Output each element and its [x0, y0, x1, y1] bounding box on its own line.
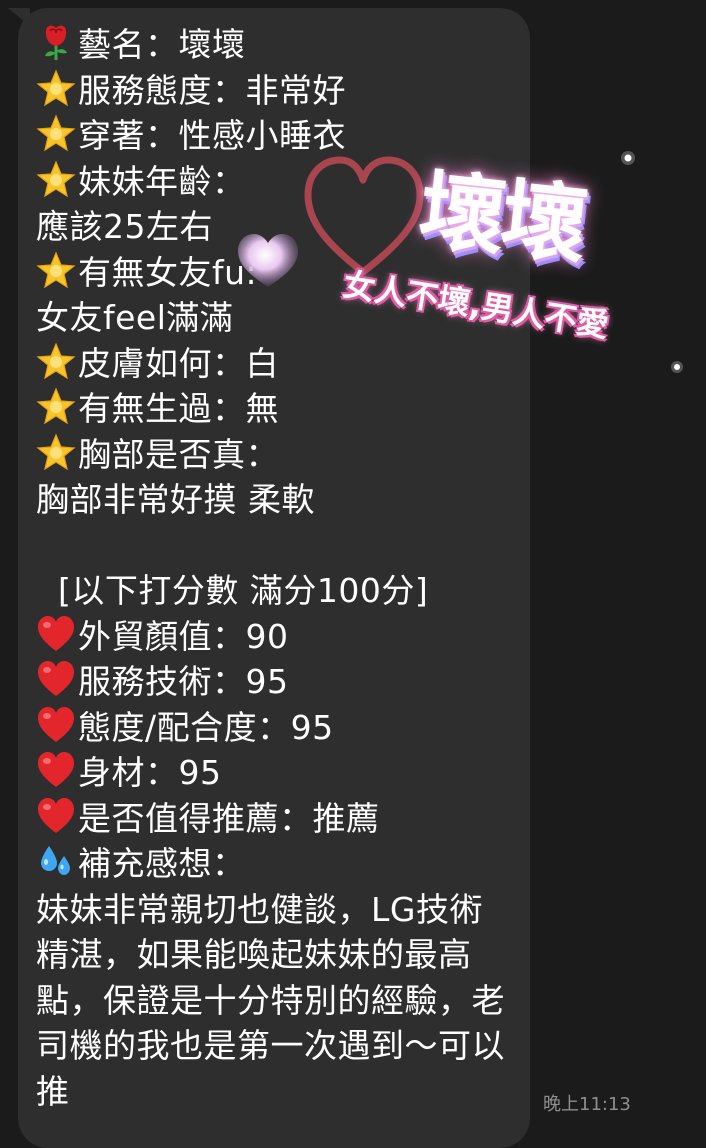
star-icon: [36, 432, 76, 471]
message-line-text: 胸部是否真：: [78, 434, 279, 474]
message-line-text: 是否值得推薦：推薦: [78, 798, 380, 838]
message-line: 補充感想：: [36, 841, 516, 887]
heart-icon: [36, 615, 76, 653]
message-line: 有無生過：無: [36, 386, 516, 432]
message-line-text: 身材：95: [78, 753, 222, 792]
message-line: 胸部非常好摸 柔軟: [36, 477, 516, 523]
message-line: 服務技術：95: [36, 659, 516, 705]
heart-icon: [36, 706, 76, 744]
message-line-text: 服務態度：非常好: [78, 70, 346, 110]
message-line-text: [以下打分數 滿分100分]: [36, 571, 429, 610]
star-icon: [36, 159, 76, 198]
message-line-text: 女友feel滿滿: [36, 298, 234, 337]
star-icon: [36, 387, 76, 425]
heart-icon: [36, 751, 76, 789]
sticker[interactable]: 壞壞 女人不壞,男人不愛: [238, 140, 700, 390]
message-line-text: 外貿顏值：90: [78, 616, 289, 656]
message-line-text: 補充感想：: [78, 844, 246, 883]
message-bubble-tail: [8, 8, 30, 26]
message-line-text: 妹妹年齡：: [78, 161, 246, 201]
heart-icon: [36, 660, 76, 698]
message-line: 外貿顏值：90: [36, 614, 516, 660]
star-icon: [36, 68, 76, 107]
message-line-text: 胸部非常好摸 柔軟: [36, 480, 315, 519]
message-line: 態度/配合度：95: [36, 705, 516, 751]
message-line: 服務態度：非常好: [36, 68, 516, 114]
sparkle-icon: [621, 151, 635, 165]
star-icon: [36, 250, 76, 289]
glowing-heart-icon: [238, 234, 298, 287]
message-line-text: 皮膚如何：白: [78, 343, 279, 383]
sticker-title: 壞壞: [414, 160, 588, 278]
star-icon: [36, 114, 76, 152]
message-comment: 妹妹非常親切也健談，LG技術精湛，如果能喚起妹妹的最高點，保證是十分特別的經驗，…: [36, 889, 505, 1111]
rose-icon: [36, 23, 76, 61]
star-icon: [36, 341, 76, 380]
message-line-text: 有無生過：無: [78, 389, 279, 428]
heart-outline-icon: [304, 156, 424, 276]
message-line: 是否值得推薦：推薦: [36, 796, 516, 842]
message-line-text: 應該25左右: [36, 207, 213, 246]
message-line: 胸部是否真：: [36, 432, 516, 478]
message-line: 藝名：壞壞: [36, 22, 516, 68]
message-line: [以下打分數 滿分100分]: [36, 568, 516, 614]
message-line-text: 藝名：壞壞: [78, 25, 246, 64]
message-line-text: 態度/配合度：95: [78, 707, 334, 747]
message-line: 身材：95: [36, 750, 516, 796]
sparkle-icon: [671, 361, 683, 373]
heart-icon: [36, 797, 76, 835]
message-timestamp: 晚上11:13: [543, 1094, 631, 1115]
message-line: [36, 523, 516, 569]
sweat-drops-icon: [36, 842, 76, 880]
message-line-text: 服務技術：95: [78, 662, 289, 701]
